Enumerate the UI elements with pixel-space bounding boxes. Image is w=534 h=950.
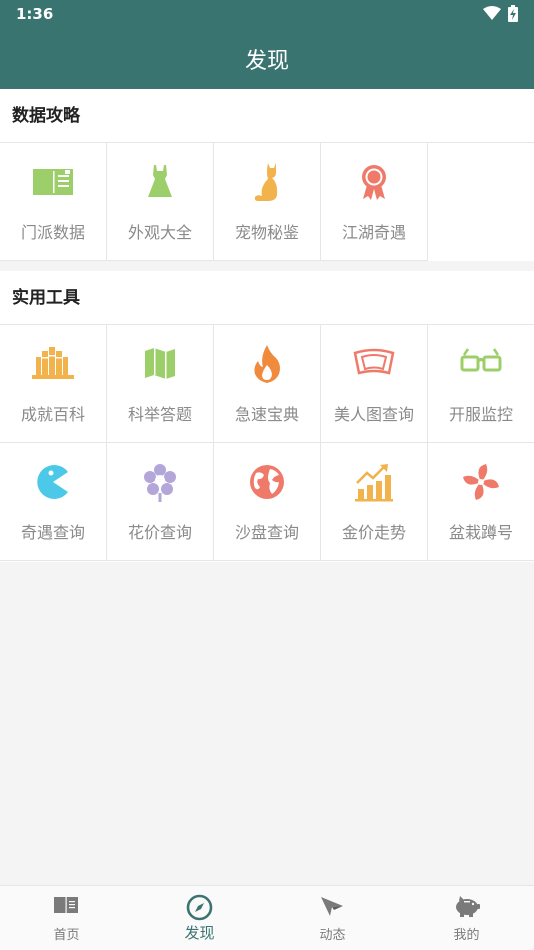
status-bar: 1:36 bbox=[0, 0, 534, 28]
piggy-bank-icon bbox=[456, 896, 480, 917]
grid-item-label: 美人图查询 bbox=[333, 405, 414, 424]
grid-item-appearance[interactable]: 外观大全 bbox=[107, 143, 214, 261]
id-card-icon bbox=[33, 169, 73, 195]
grid-item-label: 奇遇查询 bbox=[20, 523, 85, 542]
grid-item-speed-guide[interactable]: 急速宝典 bbox=[214, 325, 321, 443]
paper-plane-icon bbox=[321, 897, 343, 916]
section-data-guides: 数据攻略 门派数据 外观大全 宠物秘鉴 江湖奇遇 bbox=[0, 89, 534, 261]
wifi-icon bbox=[483, 6, 501, 20]
pacman-icon bbox=[37, 465, 68, 499]
grid-item-exam[interactable]: 科举答题 bbox=[107, 325, 214, 443]
grid-item-server-monitor[interactable]: 开服监控 bbox=[428, 325, 534, 443]
dress-icon bbox=[148, 165, 172, 197]
app-bar: 发现 bbox=[0, 28, 534, 89]
glasses-icon bbox=[460, 348, 502, 372]
grid-item-label: 外观大全 bbox=[127, 223, 192, 242]
grid-item-label: 沙盘查询 bbox=[234, 523, 299, 542]
pinwheel-icon bbox=[463, 464, 499, 500]
section-title: 实用工具 bbox=[0, 271, 534, 325]
compass-icon bbox=[186, 894, 213, 921]
grid-item-label: 成就百科 bbox=[20, 405, 85, 424]
tab-discover[interactable]: 发现 bbox=[133, 886, 266, 950]
grid-item-flower-price[interactable]: 花价查询 bbox=[107, 443, 214, 561]
grid-item-sandbox-search[interactable]: 沙盘查询 bbox=[214, 443, 321, 561]
chart-up-icon bbox=[355, 464, 393, 502]
map-icon bbox=[145, 348, 175, 379]
grid-item-sect-data[interactable]: 门派数据 bbox=[0, 143, 107, 261]
status-time: 1:36 bbox=[16, 5, 54, 23]
grid-item-label: 宠物秘鉴 bbox=[234, 223, 299, 242]
page-title: 发现 bbox=[244, 49, 289, 74]
grid-item-adventure[interactable]: 江湖奇遇 bbox=[321, 143, 428, 261]
grid-item-label: 门派数据 bbox=[20, 223, 85, 242]
fire-icon bbox=[254, 345, 280, 383]
globe-icon bbox=[250, 465, 284, 499]
grid-item-adventure-search[interactable]: 奇遇查询 bbox=[0, 443, 107, 561]
flower-icon bbox=[144, 464, 176, 502]
grid-item-label: 花价查询 bbox=[127, 523, 192, 542]
grid-item-label: 科举答题 bbox=[127, 405, 192, 424]
tab-feed[interactable]: 动态 bbox=[266, 886, 399, 950]
grid-item-beauty-search[interactable]: 美人图查询 bbox=[321, 325, 428, 443]
tab-label: 我的 bbox=[453, 928, 480, 943]
tab-me[interactable]: 我的 bbox=[400, 886, 533, 950]
tab-label: 首页 bbox=[53, 928, 80, 943]
cat-icon bbox=[254, 163, 278, 201]
tab-label: 发现 bbox=[184, 924, 215, 942]
tab-home[interactable]: 首页 bbox=[0, 886, 133, 950]
grid-item-pet[interactable]: 宠物秘鉴 bbox=[214, 143, 321, 261]
bottom-tab-bar: 首页 发现 动态 我的 bbox=[0, 885, 534, 950]
tab-label: 动态 bbox=[319, 928, 346, 943]
grid-item-gold-price[interactable]: 金价走势 bbox=[321, 443, 428, 561]
section-title: 数据攻略 bbox=[0, 89, 534, 143]
ribbon-badge-icon bbox=[362, 165, 386, 200]
section-tools: 实用工具 成就百科 科举答题 急速宝典 美人图查询 开服监控 奇遇查询 花价查询… bbox=[0, 271, 534, 562]
book-icon bbox=[54, 897, 78, 913]
battery-icon bbox=[508, 5, 518, 22]
grid-item-label: 盆栽蹲号 bbox=[448, 523, 513, 542]
grid-item-label: 急速宝典 bbox=[234, 405, 299, 424]
books-icon bbox=[32, 347, 74, 379]
grid-item-achievements[interactable]: 成就百科 bbox=[0, 325, 107, 443]
grid-item-label: 开服监控 bbox=[448, 405, 513, 424]
grid-item-label: 江湖奇遇 bbox=[341, 223, 406, 242]
grid-item-bonsai[interactable]: 盆栽蹲号 bbox=[428, 443, 534, 561]
grid-item-label: 金价走势 bbox=[341, 523, 406, 542]
frame-icon bbox=[353, 348, 395, 375]
